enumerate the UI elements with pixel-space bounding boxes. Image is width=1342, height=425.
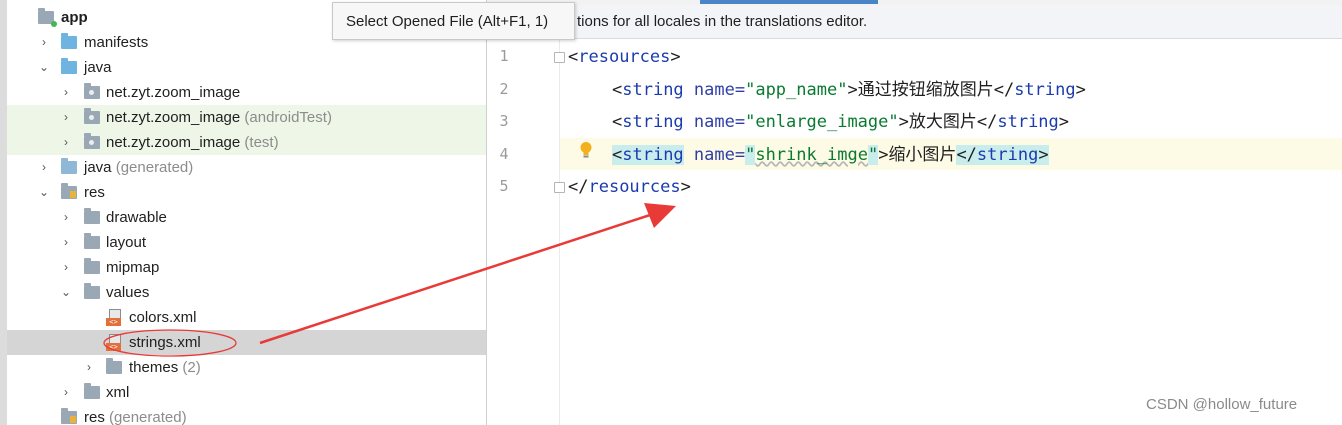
annotation-overlay	[103, 203, 676, 357]
annotation-arrow-shaft	[259, 213, 651, 345]
watermark: CSDN @hollow_future	[1146, 396, 1298, 413]
annotation-ellipse	[103, 329, 237, 357]
